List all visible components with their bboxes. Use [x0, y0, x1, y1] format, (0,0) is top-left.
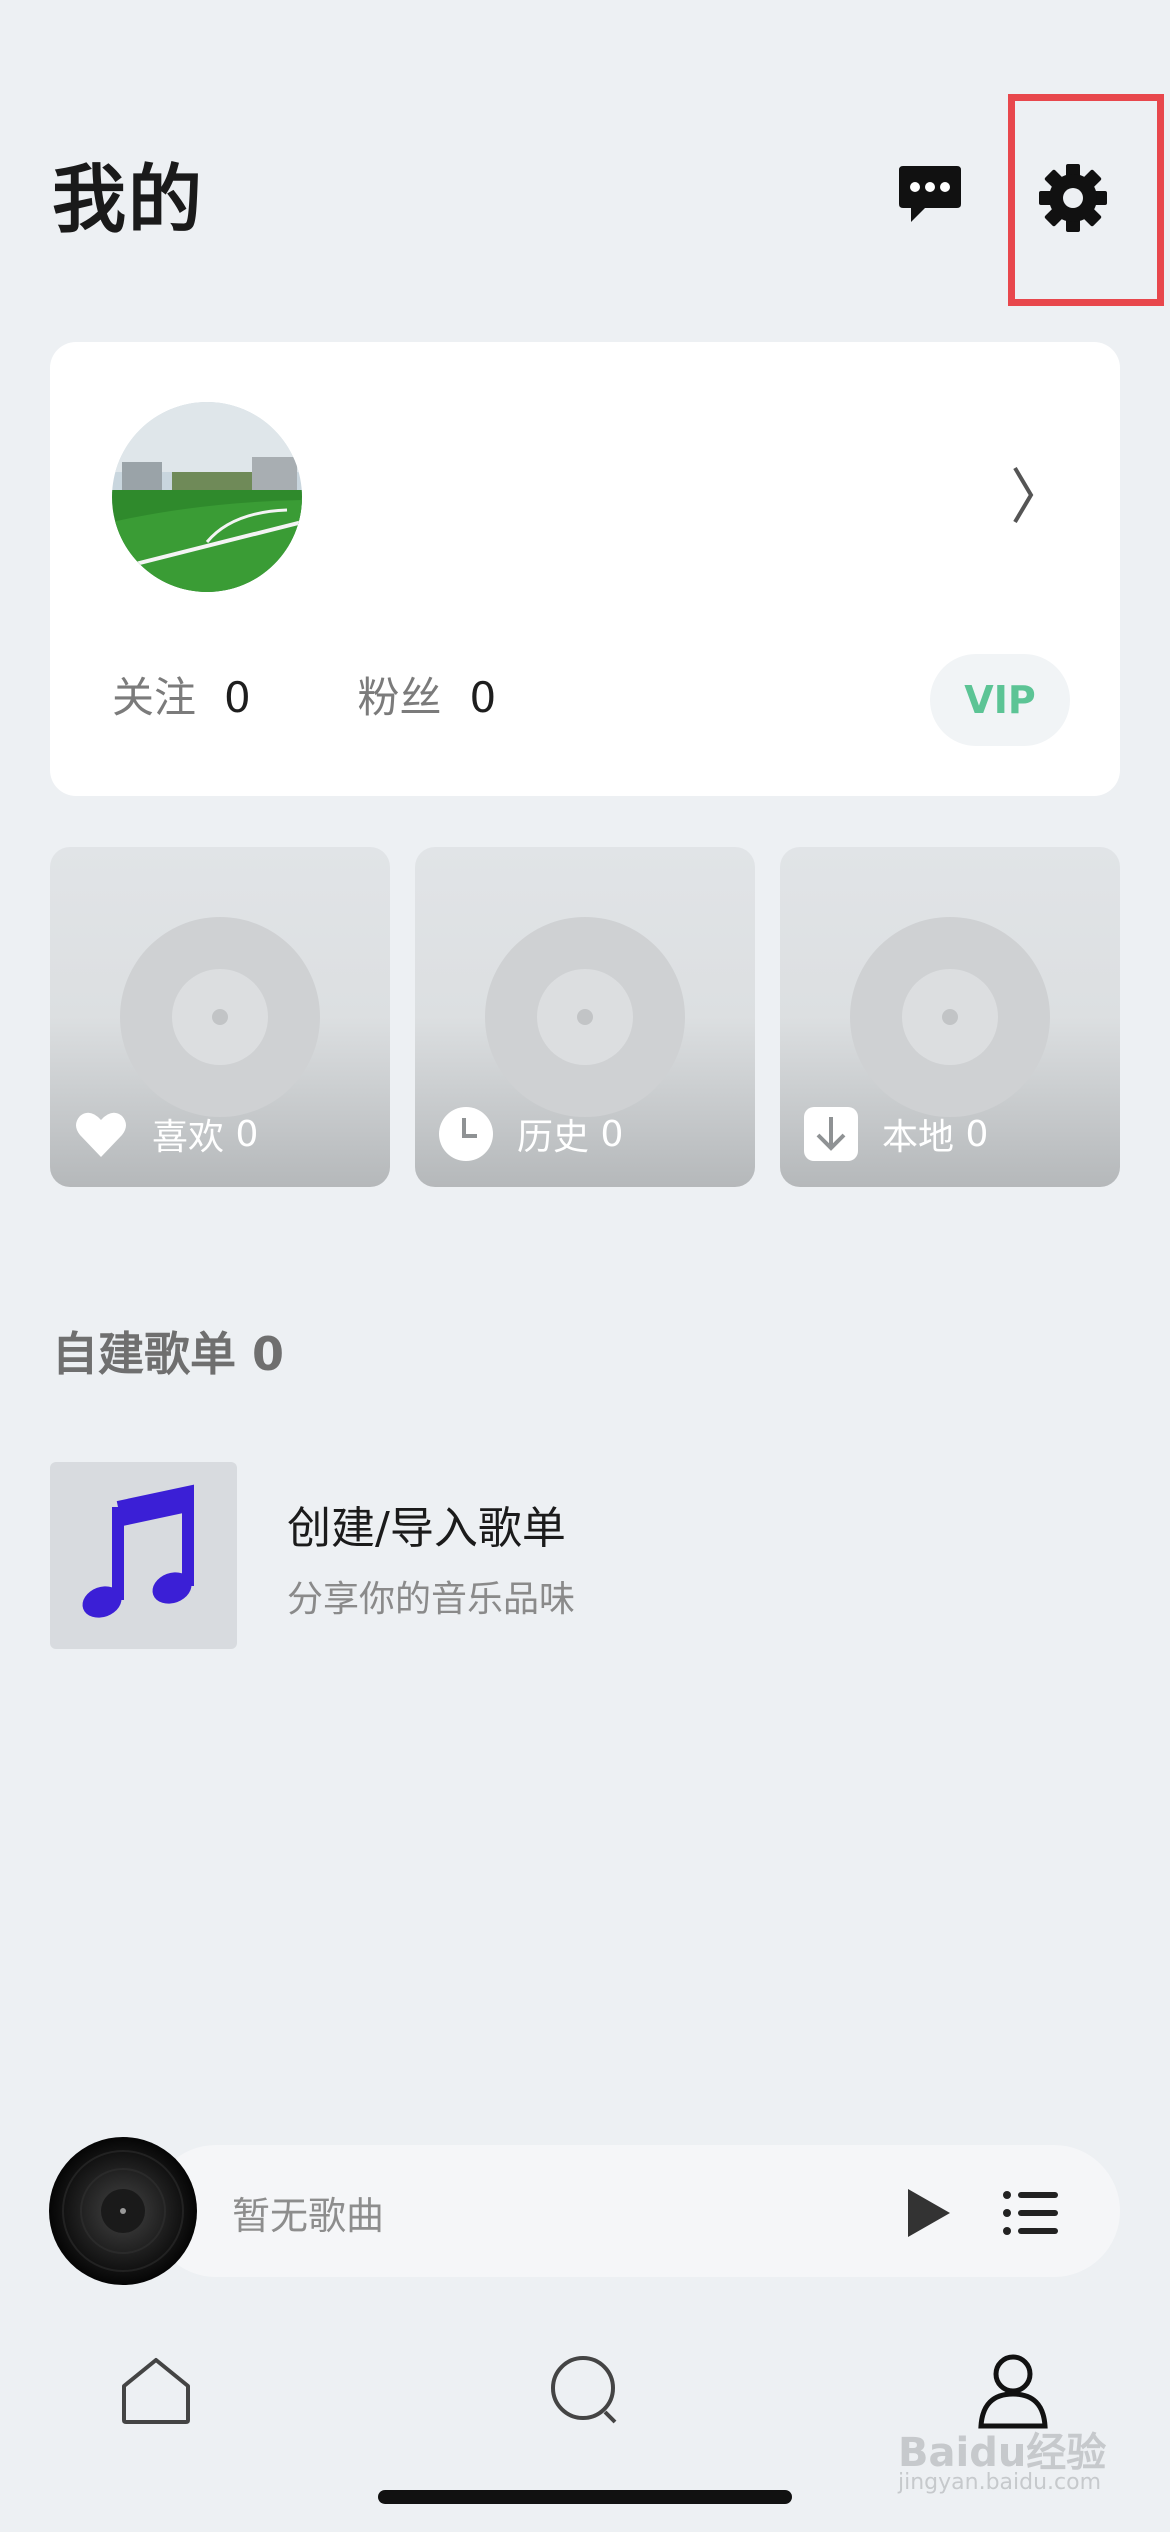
section-title: 自建歌单 0: [52, 1327, 285, 1381]
following-label[interactable]: 关注: [112, 673, 196, 722]
followers-label[interactable]: 粉丝: [357, 673, 441, 722]
profile-icon[interactable]: [973, 2350, 1053, 2430]
heart-icon: [76, 1112, 126, 1157]
now-playing-text: 暂无歌曲: [232, 2194, 385, 2238]
vinyl-record-icon[interactable]: [48, 2136, 198, 2286]
play-icon[interactable]: [898, 2185, 954, 2241]
tile-count: 0: [965, 1113, 989, 1155]
tile-history[interactable]: 历史 0: [415, 847, 755, 1187]
followers-count[interactable]: 0: [469, 673, 496, 722]
page-title: 我的: [52, 157, 204, 243]
download-icon: [804, 1107, 858, 1161]
mini-player[interactable]: 暂无歌曲: [150, 2145, 1120, 2277]
tile-favorites[interactable]: 喜欢 0: [50, 847, 390, 1187]
tile-label: 历史: [517, 1117, 590, 1158]
disc-icon: [120, 917, 320, 1117]
highlight-box: [1008, 94, 1164, 306]
profile-card[interactable]: 关注 0 粉丝 0 VIP: [50, 342, 1120, 796]
create-playlist-subtitle: 分享你的音乐品味: [287, 1579, 576, 1620]
disc-icon: [485, 917, 685, 1117]
avatar[interactable]: [112, 402, 302, 592]
follow-stats: 关注 0 粉丝 0: [112, 664, 496, 725]
tile-local[interactable]: 本地 0: [780, 847, 1120, 1187]
home-icon[interactable]: [116, 2350, 196, 2430]
tile-label: 喜欢: [152, 1117, 225, 1158]
playlist-count: 0: [252, 1327, 285, 1381]
watermark-url: jingyan.baidu.com: [898, 2470, 1102, 2495]
tile-count: 0: [235, 1113, 259, 1155]
following-count[interactable]: 0: [224, 673, 251, 722]
home-indicator[interactable]: [378, 2490, 792, 2504]
tile-label: 本地: [882, 1117, 955, 1158]
tile-count: 0: [600, 1113, 624, 1155]
vip-button[interactable]: VIP: [930, 654, 1070, 746]
disc-icon: [850, 917, 1050, 1117]
messages-button[interactable]: [895, 160, 965, 230]
chevron-right-icon[interactable]: [1005, 460, 1045, 530]
chat-bubble-icon: [899, 166, 961, 222]
clock-icon: [439, 1107, 493, 1161]
create-playlist-thumb[interactable]: [50, 1462, 237, 1649]
playlist-queue-icon[interactable]: [1002, 2185, 1060, 2241]
search-icon[interactable]: [545, 2350, 625, 2430]
music-note-icon: [82, 1484, 194, 1618]
create-playlist-title[interactable]: 创建/导入歌单: [287, 1492, 566, 1556]
